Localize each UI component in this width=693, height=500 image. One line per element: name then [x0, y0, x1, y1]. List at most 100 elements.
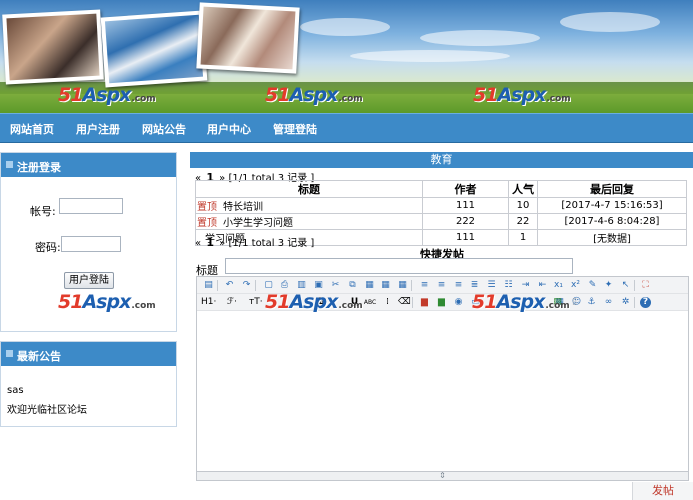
heading-dropdown[interactable]: H1· [201, 297, 216, 307]
account-label: 帐号: [30, 205, 56, 218]
column-header: 作者 [422, 180, 509, 198]
thread-views: 1 [508, 229, 538, 246]
thread-last-reply: [2017-4-6 8:04:28] [537, 213, 687, 230]
clear-format-icon[interactable]: ✎ [587, 280, 598, 291]
post-title-input[interactable] [225, 258, 573, 274]
help-icon[interactable]: ? [640, 297, 651, 308]
site-banner: 51Aspx.com 51Aspx.com 51Aspx.com [0, 0, 693, 113]
align-center-icon[interactable]: ≡ [436, 280, 447, 291]
watermark-logo: 51Aspx.com [473, 84, 571, 106]
login-title: 注册登录 [17, 161, 61, 174]
rich-text-editor: ▤ ↶ ↷ ▢ ⎙ ▥ ▣ ✂ ⧉ ▦ ▦ ▦ ≡ ≡ ≡ ≣ ☰ ☷ ⇥ ⇤ … [196, 276, 689, 481]
thread-title-link[interactable]: 特长培训 [223, 202, 263, 213]
page-number[interactable]: 1 [206, 236, 214, 249]
paste-icon[interactable]: ▦ [364, 280, 375, 291]
watermark-logo: 51Aspx.com [58, 84, 156, 106]
anchor-icon[interactable]: ⚓ [586, 297, 597, 308]
login-panel: 注册登录 帐号: 密码: 用户登陆 51Aspx.com [0, 152, 177, 332]
login-panel-header: 注册登录 [1, 153, 176, 177]
subscript-icon[interactable]: x₁ [553, 280, 564, 291]
nav-admin-login[interactable]: 管理登陆 [273, 121, 317, 137]
media-icon[interactable]: ◉ [453, 297, 464, 308]
column-header: 最后回复 [537, 180, 687, 198]
table-row: 置顶 小学生学习问题 222 22 [2017-4-6 8:04:28] [195, 213, 687, 230]
nav-announcements[interactable]: 网站公告 [142, 121, 186, 137]
notice-item[interactable]: 欢迎光临社区论坛 [7, 401, 87, 416]
font-size-dropdown[interactable]: тT· [249, 297, 263, 307]
unordered-list-icon[interactable]: ☷ [503, 280, 514, 291]
table-header-row: 标题 作者 人气 最后回复 [195, 180, 687, 198]
undo-icon[interactable]: ↶ [224, 280, 235, 291]
sticky-tag: 置顶 [197, 202, 217, 213]
watermark-logo: 51Aspx.com [472, 291, 570, 313]
eraser-icon[interactable]: ⌫ [398, 297, 411, 308]
thread-author: 111 [422, 229, 509, 246]
column-header: 标题 [195, 180, 423, 198]
print-icon[interactable]: ⎙ [279, 280, 290, 291]
paste-word-icon[interactable]: ▦ [397, 280, 408, 291]
password-input[interactable] [61, 236, 121, 252]
align-justify-icon[interactable]: ≣ [469, 280, 480, 291]
table-row: 置顶 特长培训 111 10 [2017-4-7 15:16:53] [195, 197, 687, 214]
banner-photo-1 [2, 9, 104, 85]
outdent-icon[interactable]: ⇤ [537, 280, 548, 291]
flash-icon[interactable]: ▆ [436, 297, 447, 308]
watermark-logo: 51Aspx.com [58, 291, 156, 313]
next-page-link[interactable]: » [219, 238, 225, 249]
font-family-dropdown[interactable]: ℱ· [227, 297, 237, 307]
watermark-logo: 51Aspx.com [265, 291, 363, 313]
banner-photo-2 [100, 10, 208, 88]
watermark-logo: 51Aspx.com [265, 84, 363, 106]
thread-last-reply: [2017-4-7 15:16:53] [537, 197, 687, 214]
page-break-icon[interactable]: ▯ [569, 297, 580, 308]
notice-item[interactable]: sas [7, 385, 24, 396]
editor-content-area[interactable] [197, 312, 688, 471]
code-icon[interactable]: ▣ [313, 280, 324, 291]
cut-icon[interactable]: ✂ [330, 280, 341, 291]
pointer-icon[interactable]: ↖ [620, 280, 631, 291]
password-label: 密码: [35, 241, 61, 254]
indent-icon[interactable]: ⇥ [520, 280, 531, 291]
thread-title-link[interactable]: 小学生学习问题 [223, 218, 293, 229]
preview-icon[interactable]: ▢ [263, 280, 274, 291]
thread-author: 111 [422, 197, 509, 214]
thread-last-reply: [无数据] [537, 229, 687, 246]
template-icon[interactable]: ▥ [296, 280, 307, 291]
notice-panel-header: 最新公告 [1, 342, 176, 366]
column-header: 人气 [508, 180, 538, 198]
sticky-tag: 置顶 [197, 218, 217, 229]
nav-user-center[interactable]: 用户中心 [207, 121, 251, 137]
nav-register[interactable]: 用户注册 [76, 121, 120, 137]
fullscreen-icon[interactable]: ⛶ [640, 280, 651, 291]
login-button[interactable]: 用户登陆 [64, 272, 114, 289]
notice-title: 最新公告 [17, 350, 61, 363]
redo-icon[interactable]: ↷ [241, 280, 252, 291]
nav-home[interactable]: 网站首页 [10, 121, 54, 137]
ordered-list-icon[interactable]: ☰ [486, 280, 497, 291]
image-icon[interactable]: ▆ [419, 297, 430, 308]
prev-page-link[interactable]: « [195, 238, 201, 249]
copy-icon[interactable]: ⧉ [347, 280, 358, 291]
square-bullet-icon [6, 161, 13, 168]
strikethrough-icon[interactable]: ABC [363, 297, 377, 308]
superscript-icon[interactable]: x² [570, 280, 581, 291]
thread-views: 22 [508, 213, 538, 230]
align-left-icon[interactable]: ≡ [419, 280, 430, 291]
banner-photo-3 [196, 2, 300, 74]
forum-section-header: 教育 [190, 152, 693, 168]
align-right-icon[interactable]: ≡ [453, 280, 464, 291]
account-input[interactable] [59, 198, 123, 214]
square-bullet-icon [6, 350, 13, 357]
notice-panel: 最新公告 sas 欢迎光临社区论坛 [0, 341, 177, 427]
post-button[interactable]: 发帖 [632, 482, 693, 500]
horizontal-rule-icon[interactable]: ⁞ [382, 297, 393, 308]
select-all-icon[interactable]: ✦ [603, 280, 614, 291]
editor-resize-handle[interactable]: ⇕ [196, 471, 689, 481]
pagination-bottom: « 1 » [1/1 total 3 记录 ] [195, 234, 314, 249]
thread-author: 222 [422, 213, 509, 230]
link-icon[interactable]: ∞ [603, 297, 614, 308]
source-code-icon[interactable]: ▤ [203, 280, 214, 291]
paste-text-icon[interactable]: ▦ [380, 280, 391, 291]
unlink-icon[interactable]: ✲ [620, 297, 631, 308]
pager-info: [1/1 total 3 记录 ] [228, 238, 315, 249]
